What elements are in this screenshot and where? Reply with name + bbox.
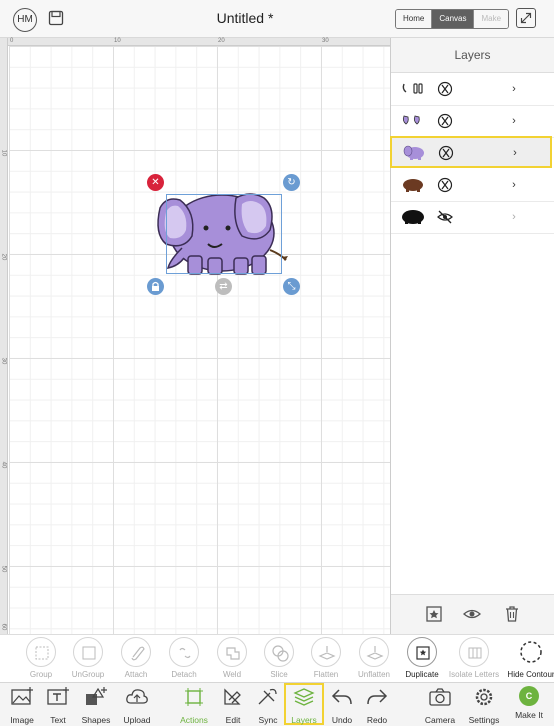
layers-panel-title: Layers bbox=[391, 38, 554, 73]
trash-icon[interactable] bbox=[503, 605, 521, 623]
layer-row[interactable]: › bbox=[391, 106, 554, 138]
fullscreen-icon[interactable] bbox=[516, 8, 536, 28]
design-canvas[interactable] bbox=[9, 46, 390, 634]
hidden-eye-icon[interactable] bbox=[437, 209, 453, 225]
make-it-icon: C bbox=[519, 686, 539, 706]
chevron-right-icon[interactable]: › bbox=[507, 115, 521, 129]
delete-handle-icon[interactable]: ✕ bbox=[147, 174, 164, 191]
mirror-handle-icon[interactable]: ⇄ bbox=[215, 278, 232, 295]
ruler-mark: 60 bbox=[0, 623, 7, 631]
nav-settings[interactable]: Settings bbox=[464, 686, 504, 725]
eye-icon[interactable] bbox=[463, 605, 481, 623]
ruler-mark: 50 bbox=[0, 565, 7, 573]
rotate-handle-icon[interactable]: ↻ bbox=[283, 174, 300, 191]
chevron-right-icon[interactable]: › bbox=[507, 179, 521, 193]
layers-panel-toolbar bbox=[391, 594, 554, 634]
ruler-mark: 40 bbox=[0, 461, 7, 469]
visibility-icon[interactable] bbox=[438, 145, 454, 161]
visibility-icon[interactable] bbox=[437, 113, 453, 129]
hide-contour-button[interactable]: Hide Contour bbox=[503, 637, 554, 679]
actions-icon bbox=[185, 688, 203, 706]
ruler-mark: 10 bbox=[114, 38, 121, 44]
layer-attributes-icon[interactable] bbox=[425, 605, 443, 623]
shapes-icon bbox=[86, 687, 107, 705]
mode-make-tab[interactable]: Make bbox=[474, 10, 509, 28]
visibility-icon[interactable] bbox=[437, 81, 453, 97]
ruler-mark: 0 bbox=[10, 38, 14, 44]
top-bar: HM Untitled * Home Canvas Make bbox=[0, 0, 554, 38]
nav-redo[interactable]: Redo bbox=[357, 686, 397, 725]
text-icon bbox=[47, 687, 69, 705]
nav-camera[interactable]: Camera bbox=[420, 686, 460, 725]
duplicate-button[interactable]: Duplicate bbox=[394, 637, 450, 679]
nav-actions[interactable]: Actions bbox=[174, 686, 214, 725]
layer-row[interactable]: › bbox=[391, 74, 554, 106]
lock-handle-icon[interactable] bbox=[147, 278, 164, 295]
layers-panel: Layers › › › › › bbox=[390, 38, 554, 634]
nav-layers[interactable]: Layers bbox=[284, 683, 324, 725]
edit-icon bbox=[224, 688, 241, 705]
layer-thumbnail bbox=[402, 115, 420, 125]
horizontal-ruler: 0 10 20 30 bbox=[8, 38, 390, 46]
ruler-mark: 30 bbox=[0, 357, 7, 365]
ruler-mark: 30 bbox=[322, 38, 329, 44]
layer-row-selected[interactable]: › bbox=[390, 136, 552, 168]
image-icon bbox=[11, 687, 33, 705]
chevron-right-icon[interactable]: › bbox=[507, 211, 521, 225]
gear-icon bbox=[475, 688, 493, 706]
nav-undo[interactable]: Undo bbox=[322, 686, 362, 725]
nav-edit[interactable]: Edit bbox=[213, 686, 253, 725]
mode-switch: Home Canvas Make bbox=[395, 9, 510, 29]
nav-sync[interactable]: Sync bbox=[248, 686, 288, 725]
selection-box bbox=[166, 194, 282, 274]
mode-canvas-tab[interactable]: Canvas bbox=[432, 10, 475, 28]
resize-handle-icon[interactable]: ⤡ bbox=[283, 278, 300, 295]
undo-icon bbox=[331, 689, 352, 705]
ruler-mark: 10 bbox=[0, 149, 7, 157]
layer-thumbnail bbox=[403, 145, 424, 160]
bottom-navigation: Image Text Shapes Upload Actions Edit Sy… bbox=[0, 682, 554, 726]
nav-shapes[interactable]: Shapes bbox=[76, 686, 116, 725]
camera-icon bbox=[429, 688, 451, 706]
mode-home-tab[interactable]: Home bbox=[396, 10, 433, 28]
isolate-letters-button[interactable]: Isolate Letters bbox=[446, 637, 502, 679]
visibility-icon[interactable] bbox=[437, 177, 453, 193]
layer-thumbnail bbox=[402, 210, 424, 224]
layer-row[interactable]: › bbox=[391, 170, 554, 202]
cloud-upload-icon bbox=[126, 689, 148, 704]
layer-thumbnail bbox=[402, 83, 423, 94]
layers-icon bbox=[293, 688, 315, 706]
ruler-mark: 20 bbox=[218, 38, 225, 44]
actions-toolbar: Group UnGroup Attach Detach Weld Slice F… bbox=[0, 634, 554, 682]
ruler-mark: 20 bbox=[0, 253, 7, 261]
layer-row[interactable]: › bbox=[391, 202, 554, 234]
nav-make-it[interactable]: C Make It bbox=[509, 686, 549, 720]
nav-upload[interactable]: Upload bbox=[117, 686, 157, 725]
chevron-right-icon[interactable]: › bbox=[507, 83, 521, 97]
redo-icon bbox=[367, 689, 388, 705]
layer-thumbnail bbox=[403, 179, 423, 192]
nav-text[interactable]: Text bbox=[38, 686, 78, 725]
sync-icon bbox=[258, 688, 277, 705]
vertical-ruler: 10 20 30 40 50 60 bbox=[0, 38, 8, 634]
nav-image[interactable]: Image bbox=[2, 686, 42, 725]
chevron-right-icon[interactable]: › bbox=[508, 147, 522, 161]
